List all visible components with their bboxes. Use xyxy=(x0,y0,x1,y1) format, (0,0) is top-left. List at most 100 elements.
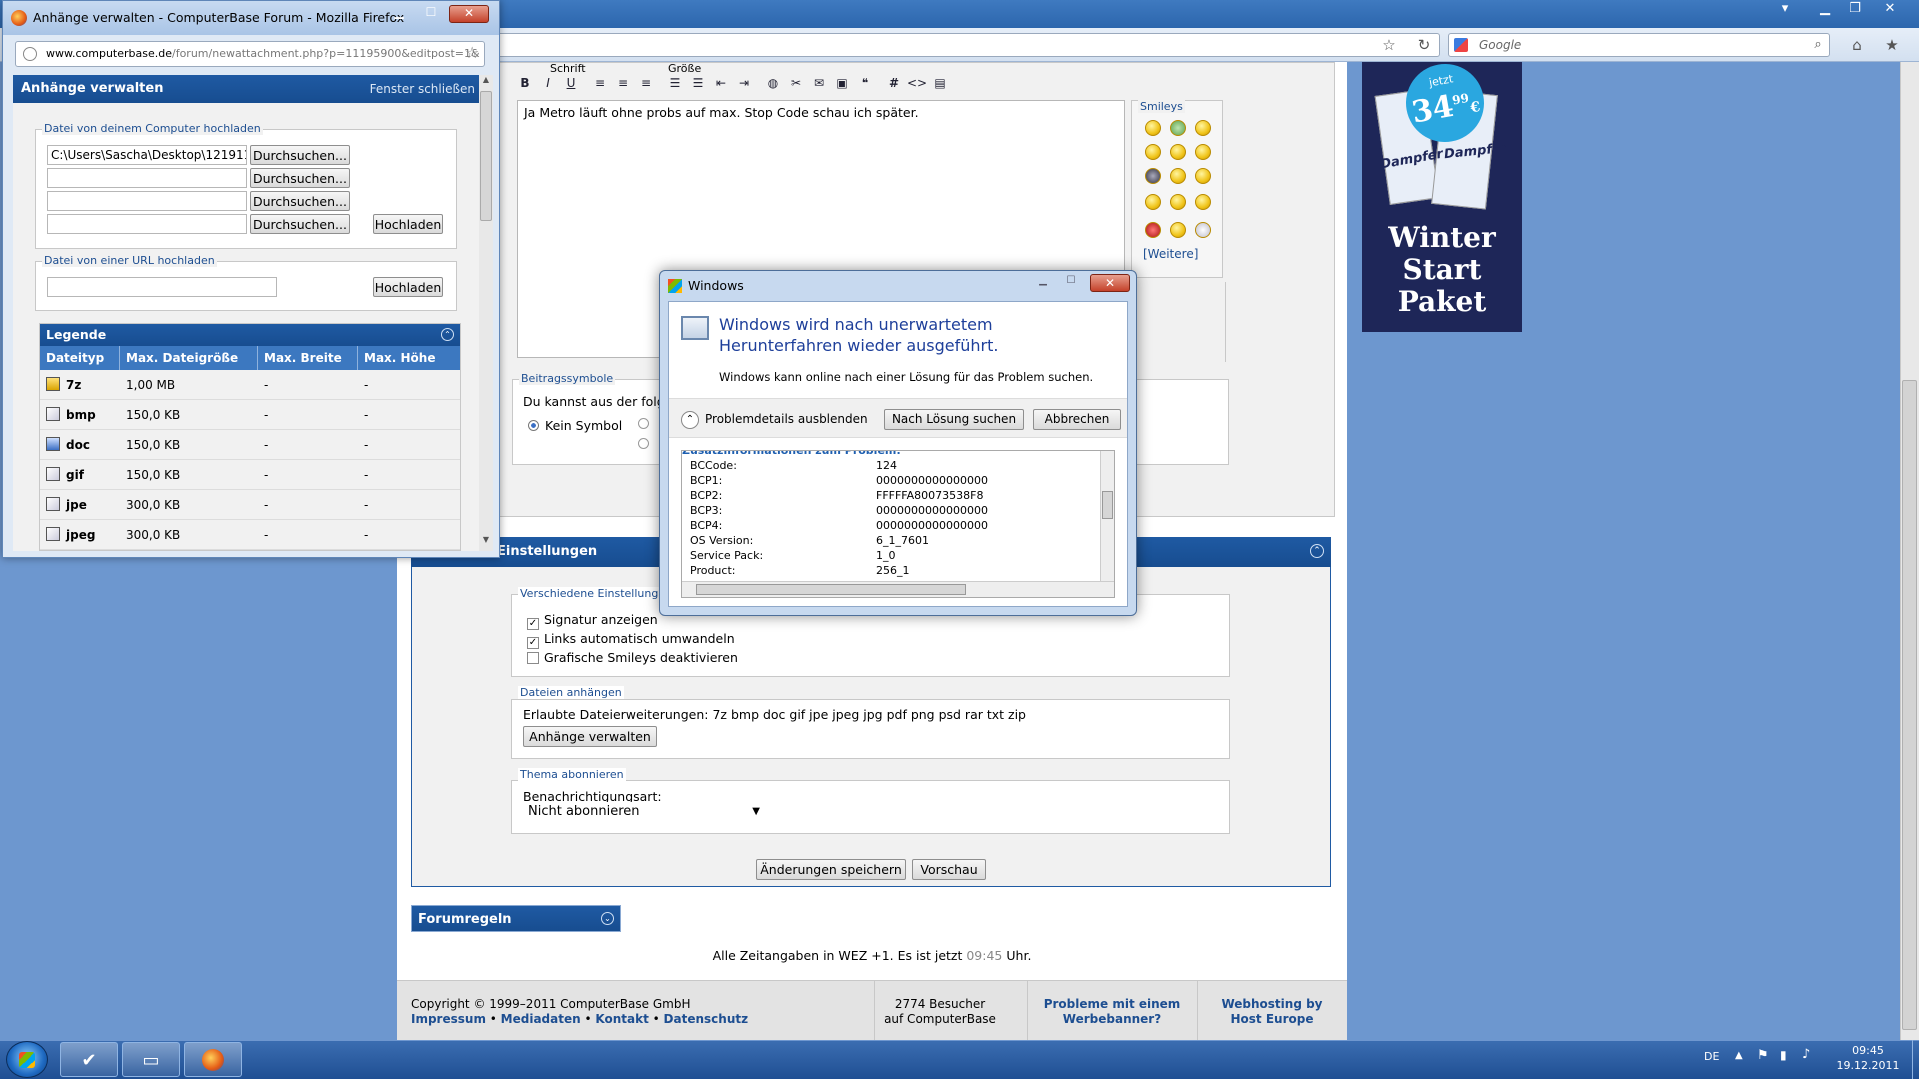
hash-icon[interactable]: # xyxy=(884,73,904,93)
quote-icon[interactable]: ❝ xyxy=(855,73,875,93)
footer-link-mediadaten[interactable]: Mediadaten xyxy=(501,1012,581,1026)
smiley-icon[interactable] xyxy=(1170,222,1186,238)
notification-select[interactable]: Nicht abonnieren ▼ xyxy=(523,802,765,822)
smiley-icon[interactable] xyxy=(1145,144,1161,160)
align-center-icon[interactable]: ≡ xyxy=(613,73,633,93)
popup-scrollbar-thumb[interactable] xyxy=(480,91,492,221)
url-bar[interactable]: 300 xyxy=(400,33,1440,57)
popup-url-bar[interactable]: www.computerbase.de/forum/newattachment.… xyxy=(15,41,485,67)
chevron-up-icon[interactable]: ⌃ xyxy=(681,411,699,429)
system-clock[interactable]: 09:45 19.12.2011 xyxy=(1828,1043,1908,1073)
site-identity-icon[interactable] xyxy=(23,47,37,61)
file-input-3[interactable] xyxy=(47,191,247,211)
autolink-checkbox[interactable]: ✓ Links automatisch umwandeln xyxy=(527,631,735,649)
bookmarks-icon[interactable]: ★ xyxy=(1880,34,1904,56)
show-desktop-button[interactable] xyxy=(1912,1040,1919,1079)
align-left-icon[interactable]: ≡ xyxy=(590,73,610,93)
preview-button[interactable]: Vorschau xyxy=(912,859,986,880)
unordered-list-icon[interactable]: ☰ xyxy=(688,73,708,93)
minimize-button[interactable]: ▁ xyxy=(1810,0,1840,20)
unlink-icon[interactable]: ✂ xyxy=(786,73,806,93)
bookmark-star-icon[interactable]: ☆ xyxy=(1377,34,1401,56)
search-solution-button[interactable]: Nach Lösung suchen xyxy=(884,409,1024,430)
close-window-link[interactable]: Fenster schließen xyxy=(370,75,475,103)
more-smileys-link[interactable]: [Weitere] xyxy=(1143,247,1198,261)
smiley-icon[interactable] xyxy=(1195,222,1211,238)
footer-link-impressum[interactable]: Impressum xyxy=(411,1012,486,1026)
popup-bookmark-star-icon[interactable]: ☆ xyxy=(465,43,479,62)
popup-minimize-button[interactable]: ▁ xyxy=(385,5,413,23)
dialog-close-button[interactable]: ✕ xyxy=(1090,274,1130,292)
show-hidden-icons[interactable]: ▲ xyxy=(1735,1050,1743,1061)
advertisement-banner[interactable]: Dampfer Dampfer jetzt 3499€ Winter Start… xyxy=(1362,62,1522,332)
language-indicator[interactable]: DE xyxy=(1704,1050,1719,1063)
italic-button[interactable]: I xyxy=(538,73,558,93)
file-input-2[interactable] xyxy=(47,168,247,188)
smiley-icon[interactable] xyxy=(1145,120,1161,136)
file-input-1[interactable]: C:\Users\Sascha\Desktop\121911-1 xyxy=(47,145,247,165)
reload-icon[interactable]: ↻ xyxy=(1412,34,1436,56)
forum-rules-header[interactable]: Forumregeln ⌄ xyxy=(411,905,621,932)
close-button[interactable]: ✕ xyxy=(1875,0,1905,20)
browse-button-1[interactable]: Durchsuchen... xyxy=(250,145,350,165)
menu-arrow-icon[interactable]: ▾ xyxy=(1770,0,1800,20)
popup-maximize-button[interactable]: ☐ xyxy=(417,5,445,23)
popup-close-button[interactable]: ✕ xyxy=(449,5,489,23)
smiley-icon[interactable] xyxy=(1195,168,1211,184)
indent-icon[interactable]: ⇥ xyxy=(734,73,754,93)
image-icon[interactable]: ▣ xyxy=(832,73,852,93)
bold-button[interactable]: B xyxy=(515,73,535,93)
details-hscroll-thumb[interactable] xyxy=(696,584,966,595)
taskbar-app-checkmark[interactable]: ✔ xyxy=(60,1042,118,1077)
taskbar-explorer[interactable]: ▭ xyxy=(122,1042,180,1077)
flag-icon[interactable]: ⚑ xyxy=(1757,1048,1769,1063)
file-input-4[interactable] xyxy=(47,214,247,234)
browse-button-3[interactable]: Durchsuchen... xyxy=(250,191,350,211)
email-icon[interactable]: ✉ xyxy=(809,73,829,93)
url-input[interactable] xyxy=(47,277,277,297)
underline-button[interactable]: U xyxy=(561,73,581,93)
disable-smileys-checkbox[interactable]: Grafische Smileys deaktivieren xyxy=(527,650,738,665)
scroll-up-icon[interactable]: ▲ xyxy=(480,75,492,89)
code-icon[interactable]: <> xyxy=(907,73,927,93)
smiley-icon[interactable] xyxy=(1170,120,1186,136)
collapse-icon[interactable]: ⌃ xyxy=(1310,544,1324,558)
search-magnifier-icon[interactable]: ⌕ xyxy=(1806,34,1830,56)
details-vscrollbar[interactable] xyxy=(1100,451,1114,581)
align-right-icon[interactable]: ≡ xyxy=(636,73,656,93)
signature-checkbox[interactable]: ✓ Signatur anzeigen xyxy=(527,612,658,630)
scroll-down-icon[interactable]: ▼ xyxy=(480,535,492,549)
smiley-icon[interactable] xyxy=(1170,194,1186,210)
page-scrollbar-thumb[interactable] xyxy=(1902,380,1917,1030)
details-hscrollbar[interactable] xyxy=(682,581,1114,597)
ordered-list-icon[interactable]: ☰ xyxy=(665,73,685,93)
no-icon-radio[interactable]: Kein Symbol xyxy=(528,418,622,433)
smiley-icon[interactable] xyxy=(1195,144,1211,160)
ad-problem-link[interactable]: Probleme mit einem Werbebanner? xyxy=(1037,997,1187,1027)
smiley-icon[interactable] xyxy=(1170,168,1186,184)
smiley-icon[interactable] xyxy=(1170,144,1186,160)
upload-button[interactable]: Hochladen xyxy=(373,214,443,234)
post-icon-radio[interactable] xyxy=(638,418,649,429)
browse-button-2[interactable]: Durchsuchen... xyxy=(250,168,350,188)
dialog-maximize-button[interactable]: ☐ xyxy=(1058,275,1084,291)
toggle-details-link[interactable]: Problemdetails ausblenden xyxy=(705,412,868,426)
outdent-icon[interactable]: ⇤ xyxy=(711,73,731,93)
smiley-icon[interactable] xyxy=(1195,194,1211,210)
smiley-icon[interactable] xyxy=(1195,120,1211,136)
save-changes-button[interactable]: Änderungen speichern xyxy=(756,859,906,880)
cancel-button[interactable]: Abbrechen xyxy=(1033,409,1121,430)
details-vscroll-thumb[interactable] xyxy=(1102,491,1113,519)
volume-icon[interactable]: ♪ xyxy=(1802,1047,1810,1062)
smiley-icon[interactable] xyxy=(1145,222,1161,238)
dialog-minimize-button[interactable]: ▁ xyxy=(1030,275,1056,291)
network-icon[interactable]: ▮ xyxy=(1780,1048,1787,1062)
taskbar-firefox[interactable] xyxy=(184,1042,242,1077)
url-upload-button[interactable]: Hochladen xyxy=(373,277,443,297)
post-icon-radio[interactable] xyxy=(638,438,649,449)
browse-button-4[interactable]: Durchsuchen... xyxy=(250,214,350,234)
footer-link-datenschutz[interactable]: Datenschutz xyxy=(664,1012,749,1026)
smiley-icon[interactable] xyxy=(1145,168,1161,184)
php-icon[interactable]: ▤ xyxy=(930,73,950,93)
footer-link-kontakt[interactable]: Kontakt xyxy=(595,1012,648,1026)
